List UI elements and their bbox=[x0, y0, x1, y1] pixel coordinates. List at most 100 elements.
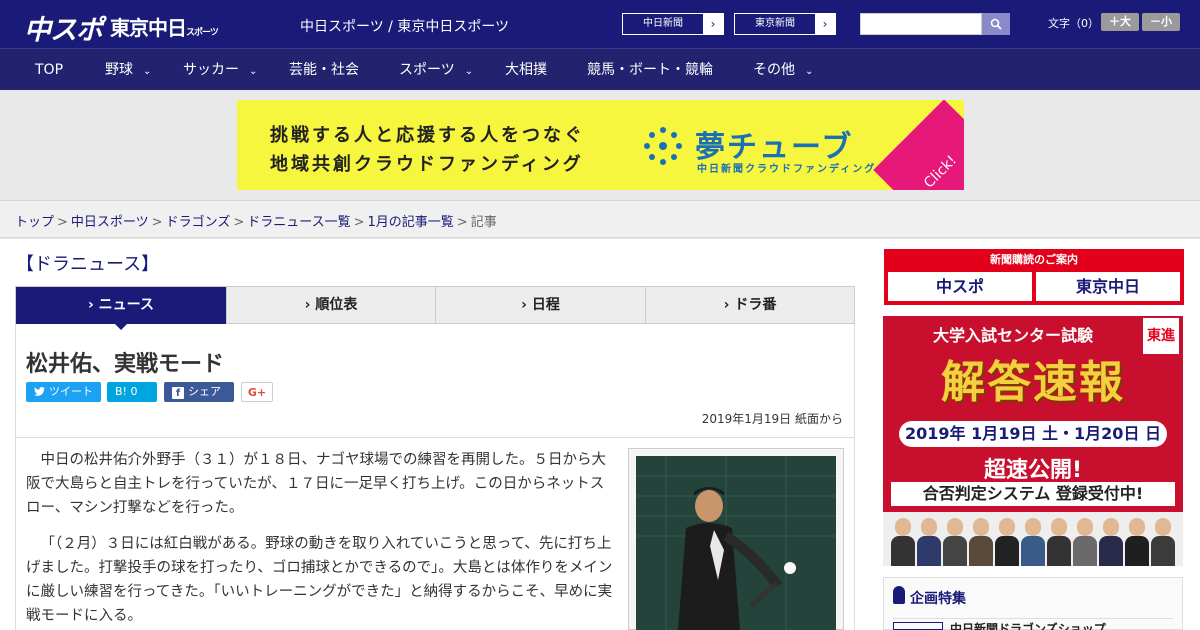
search-button[interactable] bbox=[982, 13, 1010, 35]
tab-reporter[interactable]: › ドラ番 bbox=[646, 287, 854, 324]
tokyo-chunichi-logo-small: スポーツ bbox=[186, 28, 219, 38]
search-input[interactable] bbox=[860, 13, 982, 35]
ribbon-icon bbox=[893, 586, 905, 604]
subscription-box[interactable]: 新聞購読のご案内 中スポ 東京中日 bbox=[884, 249, 1184, 305]
nav-item-label: 大相撲 bbox=[505, 62, 547, 78]
breadcrumb-current: 記事 bbox=[470, 215, 497, 230]
yume-tube-dots-icon bbox=[644, 127, 682, 165]
chevron-right-icon: › bbox=[815, 14, 835, 34]
facebook-share-button[interactable]: f シェア 0 bbox=[164, 382, 234, 418]
nav-item-other[interactable]: その他 ⌄ bbox=[753, 49, 813, 91]
breadcrumb-link[interactable]: 1月の記事一覧 bbox=[368, 215, 454, 230]
breadcrumb-link[interactable]: 中日スポーツ bbox=[71, 215, 149, 230]
subscribe-chuspo-button[interactable]: 中スポ bbox=[888, 272, 1032, 301]
feature-item-link[interactable]: 中日新聞ドラゴンズショップ bbox=[950, 620, 1106, 630]
site-header: 中スポ 東京中日スポーツ 中日スポーツ / 東京中日スポーツ 中日新聞 › 東京… bbox=[0, 0, 1200, 48]
breadcrumb-link[interactable]: ドラゴンズ bbox=[166, 215, 231, 230]
news-tabs: › ニュース › 順位表 › 日程 › ドラ番 bbox=[15, 286, 855, 324]
nav-item-label: 野球 bbox=[105, 62, 133, 78]
search-icon bbox=[990, 18, 1002, 30]
font-size-label: 文字（0） bbox=[1048, 17, 1099, 30]
subscription-title: 新聞購読のご案内 bbox=[990, 253, 1078, 266]
breadcrumb-separator: > bbox=[456, 215, 468, 230]
chevron-down-icon: ⌄ bbox=[249, 66, 258, 77]
chuspo-logo[interactable]: 中スポ bbox=[24, 8, 103, 47]
chunichi-shimbun-link[interactable]: 中日新聞 › bbox=[622, 13, 724, 35]
tokyo-chunichi-logo-text: 東京中日 bbox=[110, 16, 187, 40]
breadcrumb: トップ > 中日スポーツ > ドラゴンズ > ドラニュース一覧 >1月の記事一覧 > 記事 bbox=[0, 200, 1200, 238]
person-figure bbox=[1125, 518, 1149, 566]
nav-item-sports[interactable]: スポーツ ⌄ bbox=[399, 49, 473, 91]
ad-main-headline: 解答速報 bbox=[941, 357, 1125, 408]
ad-system-text: 合否判定システム 登録受付中! bbox=[891, 482, 1175, 506]
person-figure bbox=[917, 518, 941, 566]
ad-title: 大学入試センター試験 bbox=[932, 326, 1093, 345]
article-headline: 松井佑、実戦モード bbox=[26, 352, 225, 377]
section-title: 【ドラニュース】 bbox=[16, 254, 160, 275]
google-plus-button[interactable]: G+ bbox=[241, 382, 273, 402]
font-smaller-button[interactable]: －小 bbox=[1142, 13, 1180, 31]
crowdfunding-banner[interactable]: 挑戦する人と応援する人をつなぐ 地域共創クラウドファンディング 夢チューブ 中日… bbox=[237, 100, 964, 190]
ad-banner-area: 挑戦する人と応援する人をつなぐ 地域共創クラウドファンディング 夢チューブ 中日… bbox=[0, 90, 1200, 200]
nav-item-racing[interactable]: 競馬・ボート・競輪 bbox=[587, 49, 713, 91]
chunichi-shimbun-label: 中日新聞 bbox=[643, 18, 683, 29]
breadcrumb-separator: > bbox=[151, 215, 163, 230]
nav-item-label: 芸能・社会 bbox=[289, 62, 359, 78]
person-figure bbox=[943, 518, 967, 566]
chevron-down-icon: ⌄ bbox=[143, 66, 152, 77]
hatena-bookmark-button[interactable]: B! 0 bbox=[107, 382, 157, 402]
feature-title: 企画特集 bbox=[910, 591, 966, 607]
ad-date: 2019年 1月19日 土・1月20日 日 bbox=[899, 421, 1167, 447]
ad-fast-publish: 超速公開! bbox=[983, 458, 1083, 483]
nav-item-label: TOP bbox=[35, 62, 64, 78]
tokyo-chunichi-logo[interactable]: 東京中日スポーツ bbox=[110, 12, 219, 41]
tokyo-shimbun-label: 東京新聞 bbox=[755, 18, 795, 29]
ad-people-photo bbox=[883, 512, 1183, 566]
banner-headline-2: 地域共創クラウドファンディング bbox=[270, 154, 584, 175]
person-figure bbox=[1099, 518, 1123, 566]
nav-item-top[interactable]: TOP bbox=[35, 49, 63, 91]
subscribe-tokyo-button[interactable]: 東京中日 bbox=[1036, 272, 1180, 301]
nav-item-sumo[interactable]: 大相撲 bbox=[505, 49, 547, 91]
batting-player-image bbox=[636, 456, 836, 630]
yume-tube-subtitle: 中日新聞クラウドファンディング bbox=[697, 164, 877, 175]
nav-item-baseball[interactable]: 野球 ⌄ bbox=[105, 49, 151, 91]
nav-item-soccer[interactable]: サッカー ⌄ bbox=[183, 49, 257, 91]
feature-item-thumbnail[interactable] bbox=[893, 622, 943, 630]
article-dateline: 2019年1月19日 紙面から bbox=[701, 412, 843, 426]
article-photo[interactable] bbox=[636, 456, 836, 630]
breadcrumb-separator: > bbox=[233, 215, 245, 230]
tweet-label: ツイート bbox=[49, 385, 93, 398]
nav-item-label: スポーツ bbox=[399, 62, 455, 78]
breadcrumb-link[interactable]: ドラニュース一覧 bbox=[247, 215, 350, 230]
chevron-down-icon: ⌄ bbox=[464, 66, 474, 77]
person-figure bbox=[995, 518, 1019, 566]
nav-item-entertainment[interactable]: 芸能・社会 bbox=[289, 49, 359, 91]
facebook-icon: f bbox=[172, 387, 184, 399]
person-figure bbox=[969, 518, 993, 566]
nav-item-label: サッカー bbox=[183, 62, 239, 78]
tweet-button[interactable]: ツイート bbox=[26, 382, 101, 402]
article-paragraph: 「（２月）３日には紅白戦がある。野球の動きを取り入れていこうと思って、先に打ち上… bbox=[26, 536, 613, 624]
article-body: 中日の松井佑介外野手（３１）が１８日、ナゴヤ球場での練習を再開した。５日から大阪… bbox=[26, 448, 618, 630]
site-name-link[interactable]: 中日スポーツ / 東京中日スポーツ bbox=[300, 16, 509, 36]
chevron-right-icon: › bbox=[703, 14, 723, 34]
twitter-icon bbox=[34, 387, 45, 396]
tokyo-shimbun-link[interactable]: 東京新聞 › bbox=[734, 13, 836, 35]
font-larger-button[interactable]: ＋大 bbox=[1101, 13, 1139, 31]
article-divider bbox=[15, 437, 855, 438]
tab-news[interactable]: › ニュース bbox=[16, 287, 227, 324]
person-figure bbox=[1073, 518, 1097, 566]
nav-item-label: その他 bbox=[753, 62, 795, 78]
person-figure bbox=[1151, 518, 1175, 566]
breadcrumb-separator: > bbox=[353, 215, 365, 230]
banner-headline-1: 挑戦する人と応援する人をつなぐ bbox=[270, 125, 585, 146]
breadcrumb-separator: > bbox=[57, 215, 68, 230]
article-paragraph: 中日の松井佑介外野手（３１）が１８日、ナゴヤ球場での練習を再開した。５日から大阪… bbox=[26, 452, 606, 516]
tab-standings[interactable]: › 順位表 bbox=[227, 287, 436, 324]
nav-item-label: 競馬・ボート・競輪 bbox=[587, 62, 713, 78]
tab-schedule[interactable]: › 日程 bbox=[436, 287, 646, 324]
click-corner bbox=[873, 100, 964, 190]
breadcrumb-link[interactable]: トップ bbox=[15, 215, 54, 230]
exam-results-ad[interactable]: 大学入試センター試験 東進 解答速報 2019年 1月19日 土・1月20日 日… bbox=[883, 316, 1183, 566]
